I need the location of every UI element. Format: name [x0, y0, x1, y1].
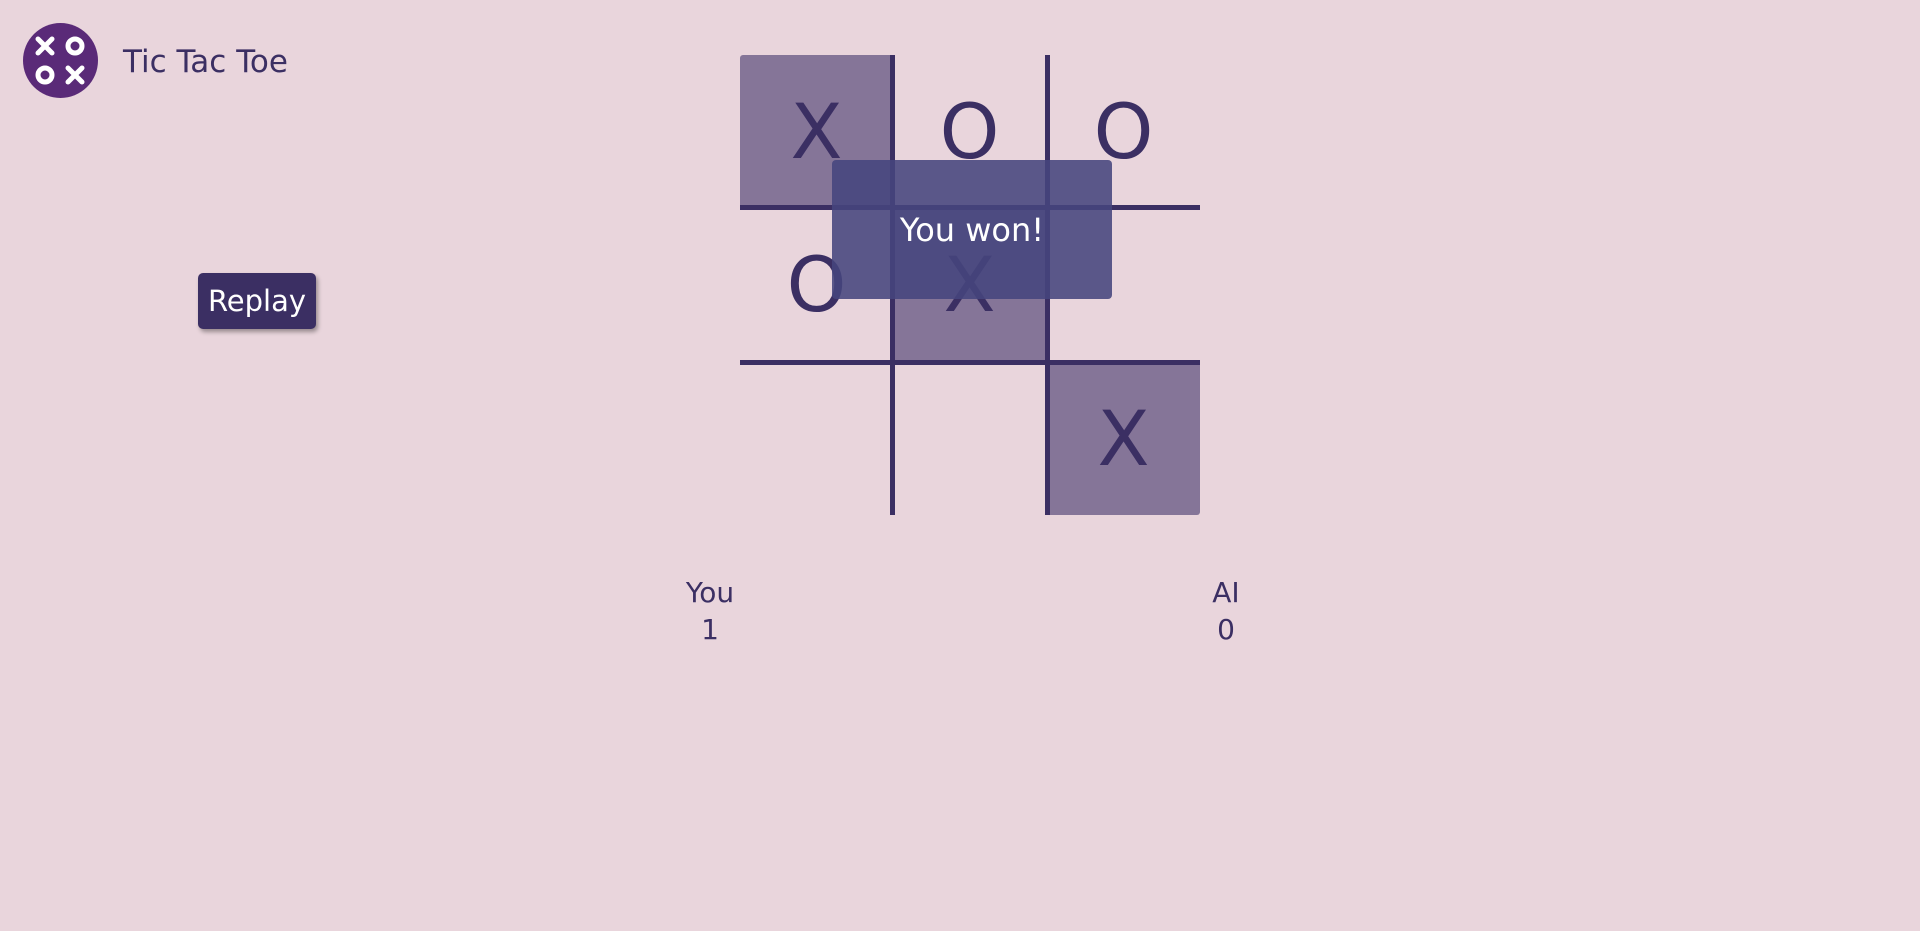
result-message: You won! — [899, 210, 1045, 249]
board-cell-7[interactable] — [893, 362, 1046, 515]
score-you-value: 1 — [701, 613, 719, 646]
score-ai-value: 0 — [1217, 613, 1235, 646]
grid-line-horizontal-2 — [740, 360, 1200, 365]
score-you-label: You — [685, 576, 735, 609]
page: Tic Tac Toe Replay X O O O X X You won! … — [0, 0, 1920, 931]
board-cell-8[interactable]: X — [1047, 362, 1200, 515]
replay-button[interactable]: Replay — [198, 273, 316, 329]
score-ai-label: AI — [1212, 576, 1240, 609]
xoox-logo-icon — [23, 23, 98, 98]
result-overlay: You won! — [832, 160, 1112, 299]
score-you: You 1 — [650, 574, 770, 648]
score-ai: AI 0 — [1166, 574, 1286, 648]
board-cell-6[interactable] — [740, 362, 893, 515]
app-title: Tic Tac Toe — [123, 44, 288, 80]
